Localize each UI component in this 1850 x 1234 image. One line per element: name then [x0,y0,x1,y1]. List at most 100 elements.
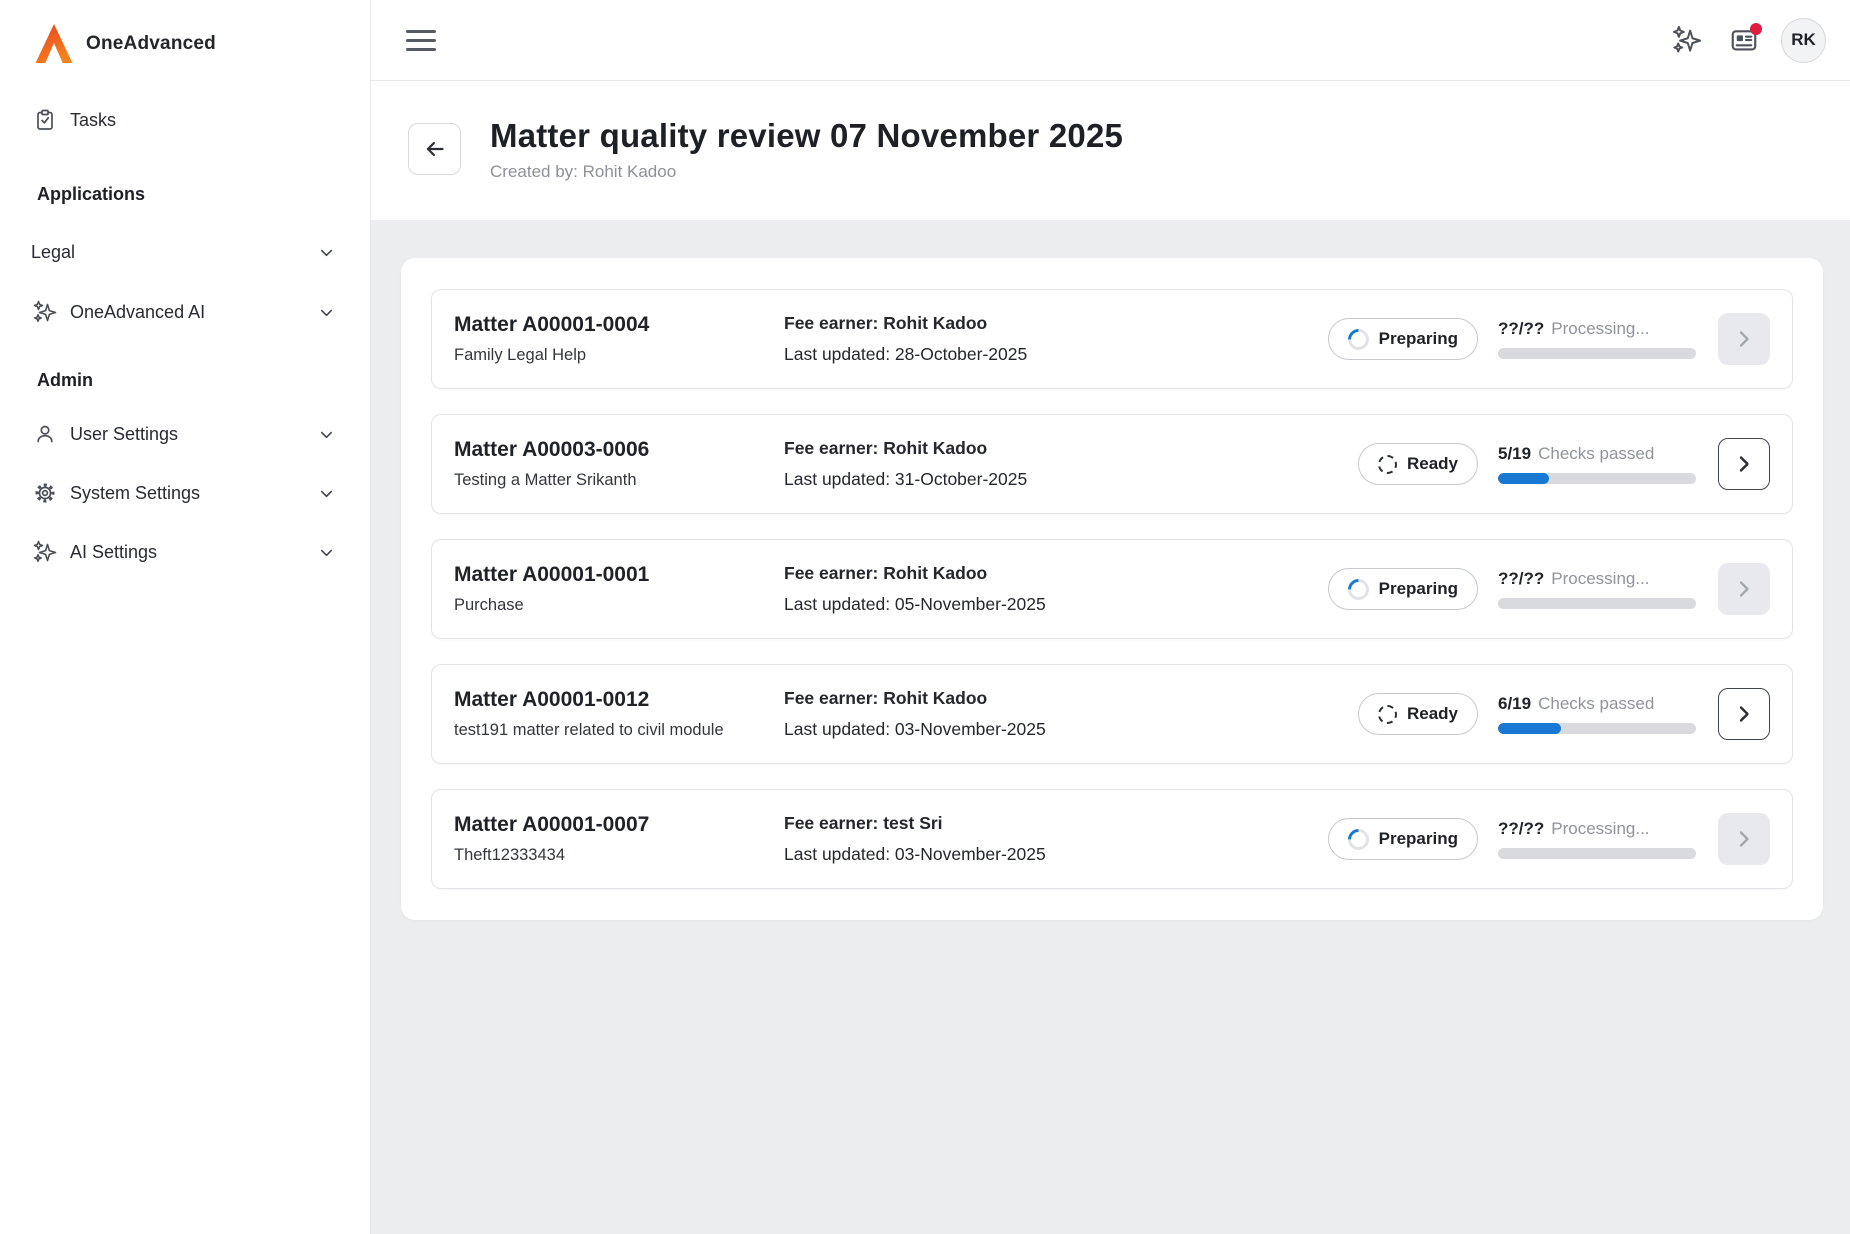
avatar[interactable]: RK [1781,18,1826,63]
matter-list: Matter A00001-0004 Family Legal Help Fee… [431,289,1793,889]
progress-section: 6/19 Checks passed [1498,694,1696,734]
chevron-down-icon [317,484,336,503]
open-matter-button[interactable] [1718,563,1770,615]
brand-logo-icon [33,22,75,65]
back-button[interactable] [408,123,461,175]
page-header: Matter quality review 07 November 2025 C… [371,81,1850,220]
chevron-right-icon [1732,702,1756,726]
page-title: Matter quality review 07 November 2025 [490,117,1123,155]
open-matter-button[interactable] [1718,438,1770,490]
progress-bar [1498,848,1696,859]
matter-card: Matter A00001-0012 test191 matter relate… [431,664,1793,764]
chevron-right-icon [1732,577,1756,601]
matter-last-updated: Last updated: 31-October-2025 [784,469,1027,490]
progress-caption: Checks passed [1538,444,1654,464]
matter-last-updated: Last updated: 03-November-2025 [784,844,1046,865]
matter-fee-earner: Fee earner: Rohit Kadoo [784,313,1027,334]
main-area: RK Matter quality review 07 November 202… [371,0,1850,1234]
matters-panel: Matter A00001-0004 Family Legal Help Fee… [401,258,1823,920]
progress-caption: Processing... [1551,819,1649,839]
progress-value: 6/19 [1498,694,1531,714]
menu-hamburger-button[interactable] [406,27,440,53]
chevron-down-icon [317,543,336,562]
chevron-down-icon [317,303,336,322]
chevron-right-icon [1732,827,1756,851]
ready-circle-icon [1378,455,1397,474]
brand-logo: OneAdvanced [33,22,370,65]
status-label: Ready [1407,704,1458,724]
open-matter-button[interactable] [1718,813,1770,865]
status-badge: Ready [1358,443,1478,485]
matter-fee-earner: Fee earner: Rohit Kadoo [784,438,1027,459]
matter-card: Matter A00001-0007 Theft12333434 Fee ear… [431,789,1793,889]
sidebar-item-ai-settings[interactable]: AI Settings [0,537,370,567]
app-window: OneAdvanced Tasks Applications Legal One… [0,0,1850,1234]
progress-caption: Processing... [1551,569,1649,589]
matter-last-updated: Last updated: 28-October-2025 [784,344,1027,365]
sidebar-item-user-settings[interactable]: User Settings [0,419,370,449]
progress-section: ??/?? Processing... [1498,819,1696,859]
matter-fee-earner: Fee earner: Rohit Kadoo [784,688,1046,709]
notification-dot [1750,23,1762,35]
matter-card: Matter A00003-0006 Testing a Matter Srik… [431,414,1793,514]
open-matter-button[interactable] [1718,688,1770,740]
matter-name: Matter A00001-0001 [454,563,784,587]
spinner-icon [1343,824,1373,854]
sidebar-item-legal[interactable]: Legal [0,237,370,267]
status-badge: Ready [1358,693,1478,735]
progress-bar [1498,598,1696,609]
content-area: Matter A00001-0004 Family Legal Help Fee… [371,220,1850,1234]
brand-name: OneAdvanced [86,33,216,55]
progress-value: ??/?? [1498,569,1544,589]
matter-description: Purchase [454,596,784,615]
gear-icon [33,481,57,505]
progress-value: ??/?? [1498,819,1544,839]
sparkles-icon [33,300,57,324]
open-matter-button[interactable] [1718,313,1770,365]
sparkles-icon [33,540,57,564]
chevron-right-icon [1732,452,1756,476]
progress-value: 5/19 [1498,444,1531,464]
progress-section: ??/?? Processing... [1498,569,1696,609]
matter-fee-earner: Fee earner: Rohit Kadoo [784,563,1046,584]
matter-card: Matter A00001-0004 Family Legal Help Fee… [431,289,1793,389]
chevron-right-icon [1732,327,1756,351]
matter-card: Matter A00001-0001 Purchase Fee earner: … [431,539,1793,639]
status-label: Preparing [1379,579,1458,599]
status-badge: Preparing [1328,818,1478,860]
tasks-clipboard-icon [33,108,57,132]
matter-name: Matter A00001-0012 [454,688,784,712]
progress-caption: Processing... [1551,319,1649,339]
ai-assistant-button[interactable] [1667,20,1707,60]
progress-fill [1498,473,1549,484]
sidebar-section-applications: Applications [37,183,370,205]
progress-bar [1498,723,1696,734]
status-label: Preparing [1379,829,1458,849]
matter-description: test191 matter related to civil module [454,721,784,740]
sidebar-item-oneadvanced-ai[interactable]: OneAdvanced AI [0,297,370,327]
chevron-down-icon [317,425,336,444]
user-icon [33,422,57,446]
matter-name: Matter A00001-0004 [454,313,784,337]
sidebar-item-tasks[interactable]: Tasks [0,105,370,135]
sparkles-icon [1672,25,1702,55]
sidebar-item-system-settings[interactable]: System Settings [0,478,370,508]
status-label: Preparing [1379,329,1458,349]
status-badge: Preparing [1328,568,1478,610]
progress-caption: Checks passed [1538,694,1654,714]
matter-name: Matter A00001-0007 [454,813,784,837]
status-label: Ready [1407,454,1458,474]
progress-value: ??/?? [1498,319,1544,339]
ready-circle-icon [1378,705,1397,724]
progress-bar [1498,348,1696,359]
chevron-down-icon [317,243,336,262]
notifications-button[interactable] [1724,20,1764,60]
status-badge: Preparing [1328,318,1478,360]
topbar: RK [371,0,1850,81]
sidebar-section-admin: Admin [37,369,370,391]
spinner-icon [1343,324,1373,354]
matter-last-updated: Last updated: 03-November-2025 [784,719,1046,740]
created-by: Created by: Rohit Kadoo [490,162,1123,182]
progress-bar [1498,473,1696,484]
arrow-left-icon [422,136,448,162]
